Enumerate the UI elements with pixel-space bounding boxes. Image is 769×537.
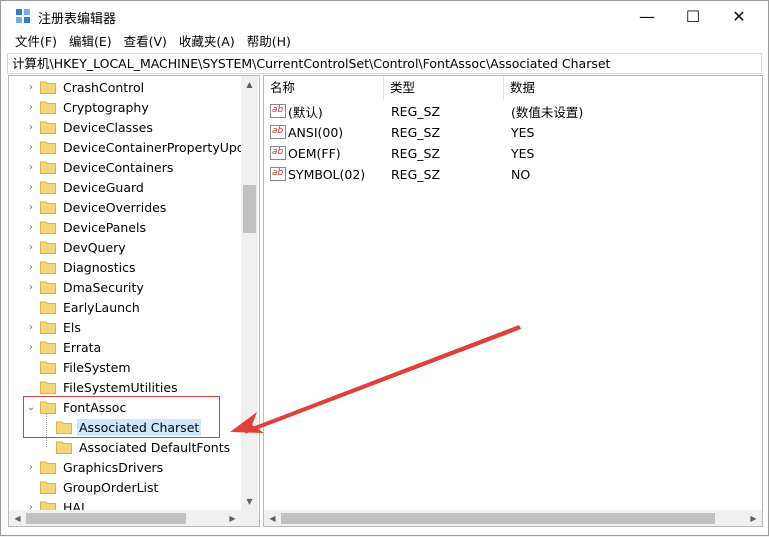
annotation-arrow-shaft — [245, 325, 521, 434]
annotation-arrow-head — [230, 412, 264, 433]
regedit-window: 注册表编辑器 — ☐ ✕ 文件(F) 编辑(E) 查看(V) 收藏夹(A) 帮助… — [0, 0, 769, 536]
annotation-arrow — [230, 325, 521, 434]
